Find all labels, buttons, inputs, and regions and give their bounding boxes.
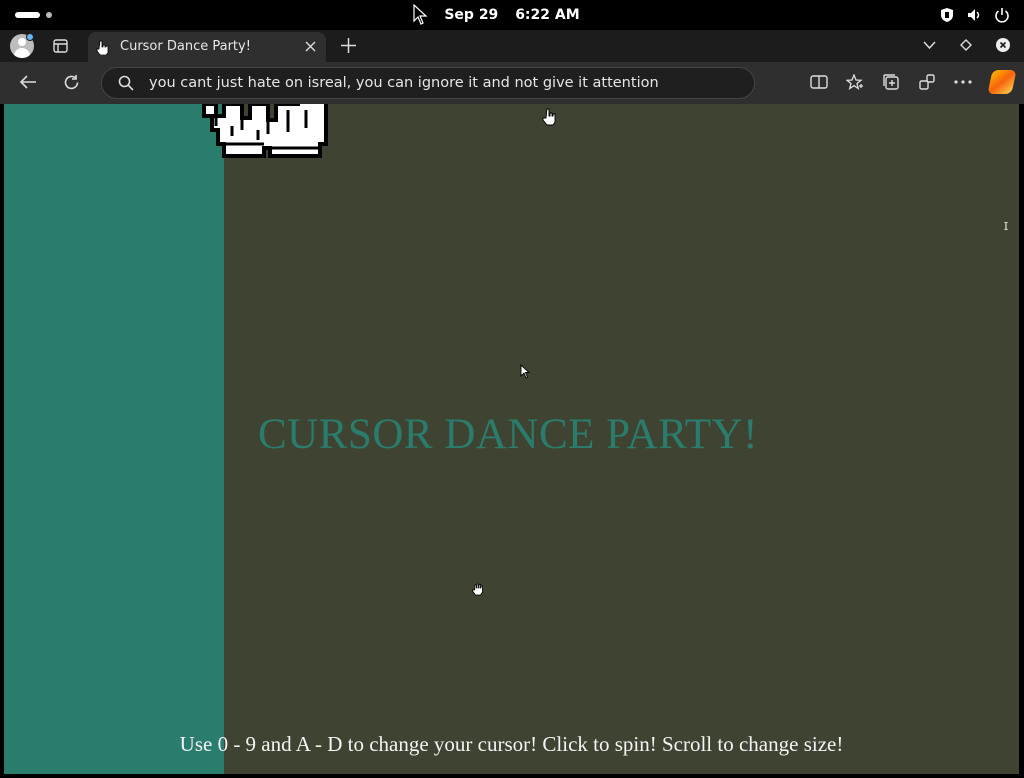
close-window-icon[interactable] [996,38,1010,52]
open-hand-cursor-icon [472,583,483,596]
profile-badge [26,33,34,41]
tab-strip-controls [923,38,1010,52]
more-icon[interactable] [954,80,972,84]
favorites-icon[interactable] [846,73,864,91]
tab-list-chevron-icon[interactable] [923,41,936,49]
power-icon [995,8,1009,23]
refresh-icon[interactable] [63,74,80,91]
tab-title: Cursor Dance Party! [120,39,251,54]
arrow-cursor-icon [520,364,530,379]
back-icon[interactable] [19,74,37,90]
tab-strip: Cursor Dance Party! [0,30,1024,62]
page-viewport[interactable]: CURSOR DANCE PARTY! Use 0 - 9 and A - D … [4,104,1019,774]
text-cursor-icon [1004,222,1008,230]
instructions-text: Use 0 - 9 and A - D to change your curso… [179,732,844,756]
browser-toolbar: you cant just hate on isreal, you can ig… [0,62,1024,104]
speaker-icon [968,9,980,21]
clock[interactable]: Sep 29 6:22 AM [0,7,1024,23]
hand-grab-cursor-icon [542,108,556,126]
address-text[interactable]: you cant just hate on isreal, you can ig… [149,75,659,91]
search-icon [118,75,134,91]
page-title: CURSOR DANCE PARTY! [258,411,758,458]
copilot-icon[interactable] [987,70,1017,94]
clock-time: 6:22 AM [515,7,580,23]
clock-date: Sep 29 [444,7,499,23]
tab-active[interactable]: Cursor Dance Party! [88,32,326,62]
new-tab-icon[interactable] [341,38,356,53]
split-screen-icon[interactable] [810,74,828,90]
large-hand-cursor-icon [202,104,328,158]
diamond-icon[interactable] [960,39,972,51]
mouse-pointer-icon [413,4,428,25]
hand-pointer-icon [96,40,109,55]
shield-icon [941,8,953,22]
address-bar[interactable]: you cant just hate on isreal, you can ig… [101,67,755,99]
system-tray[interactable] [940,7,1010,23]
tab-actions-icon[interactable] [53,39,68,53]
os-top-bar: Sep 29 6:22 AM [0,0,1024,30]
collections-icon[interactable] [882,73,900,91]
page-sidebar-panel [4,104,224,774]
close-tab-icon[interactable] [305,41,316,52]
extensions-icon[interactable] [918,73,936,91]
toolbar-actions [810,70,1017,94]
